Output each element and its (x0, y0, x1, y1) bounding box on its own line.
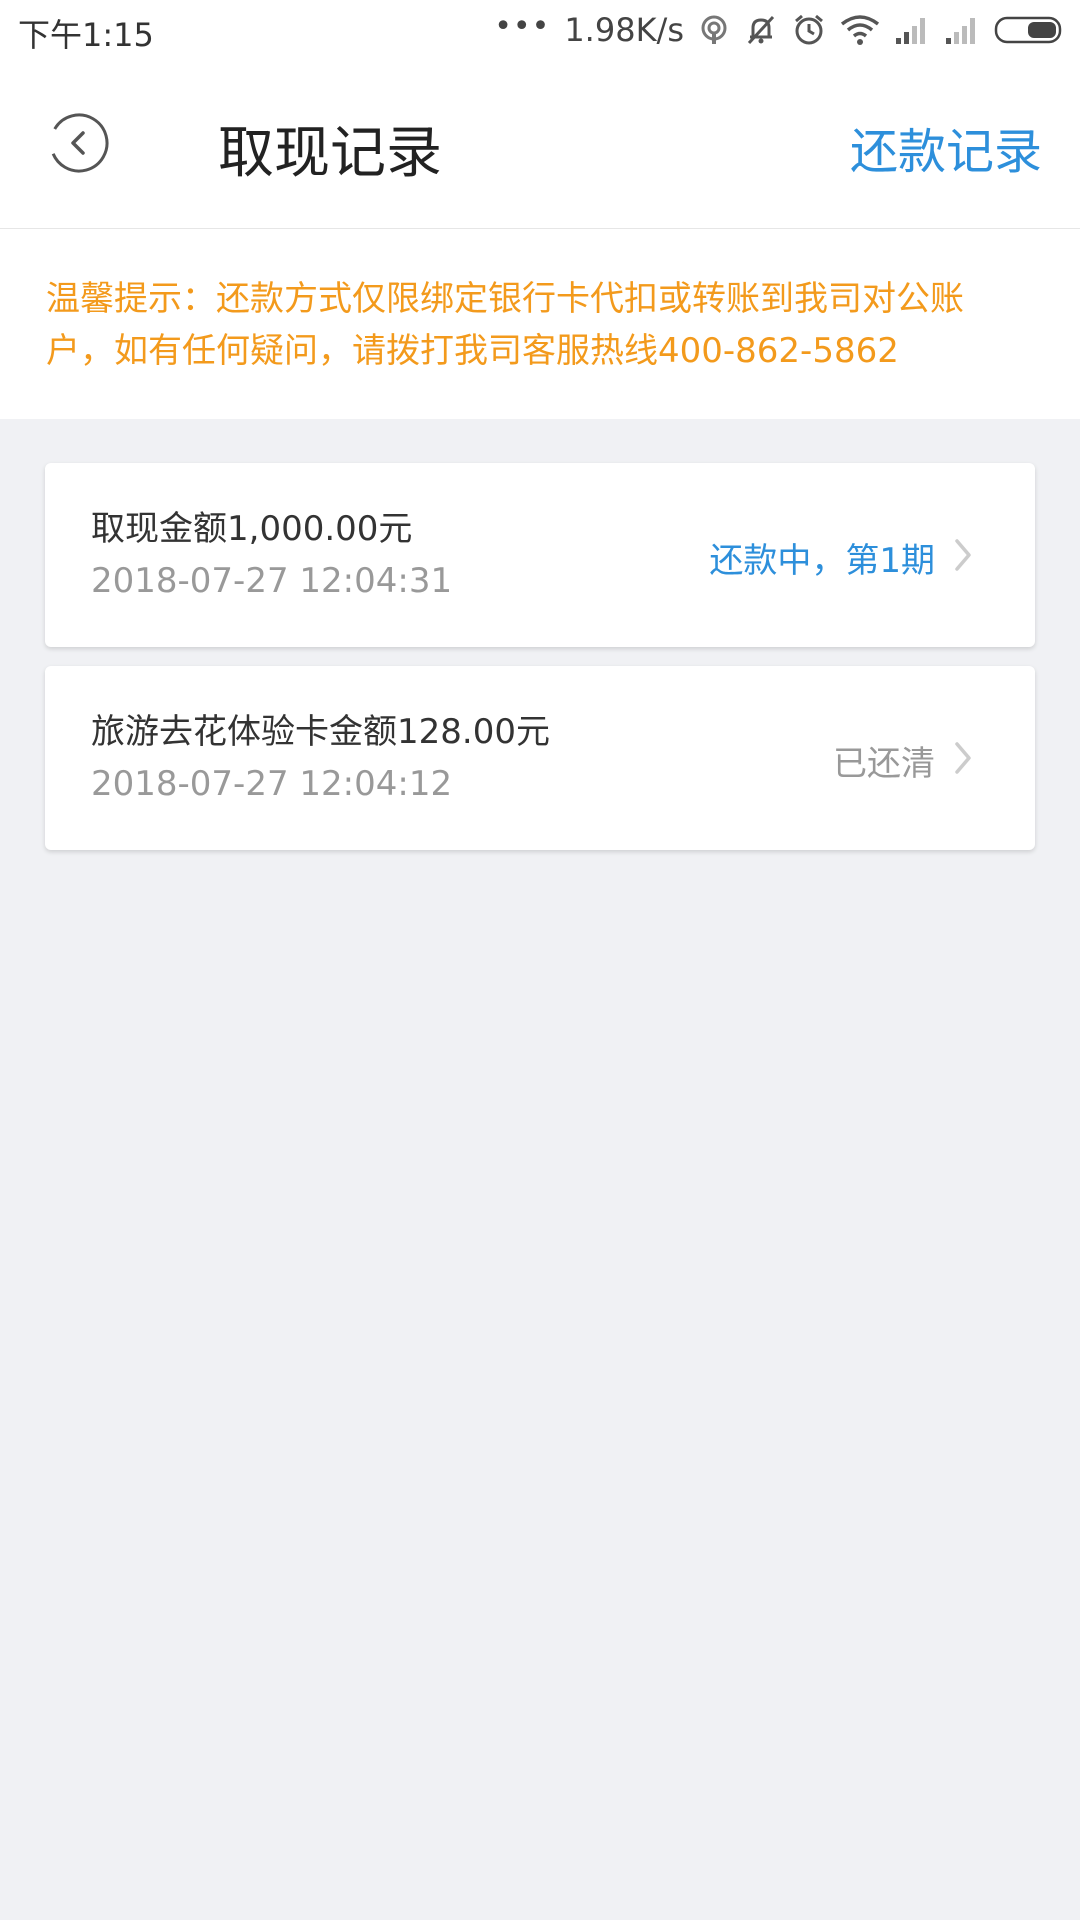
more-dots: ••• (494, 9, 551, 44)
record-status: 已还清 (833, 744, 935, 784)
network-speed: 1.98K/s (564, 11, 684, 49)
back-button[interactable] (48, 112, 110, 174)
chevron-right-icon (955, 539, 971, 571)
record-title: 旅游去花体验卡金额128.00元 (91, 712, 550, 752)
record-time: 2018-07-27 12:04:12 (91, 764, 453, 804)
notice-text: 温馨提示：还款方式仅限绑定银行卡代扣或转账到我司对公账户，如有任何疑问，请拨打我… (46, 279, 964, 371)
mute-icon (747, 15, 775, 45)
record-title: 取现金额1,000.00元 (91, 509, 413, 549)
notice-banner: 温馨提示：还款方式仅限绑定银行卡代扣或转账到我司对公账户，如有任何疑问，请拨打我… (0, 229, 1080, 419)
record-status: 还款中，第1期 (709, 541, 935, 581)
signal-icon (946, 18, 975, 44)
signal-icon (896, 18, 925, 44)
page-title: 取现记录 (218, 121, 442, 186)
repayment-records-link[interactable]: 还款记录 (850, 112, 1042, 182)
status-icons: ••• 1.98K/s (494, 8, 1066, 52)
status-time: 下午1:15 (18, 16, 154, 54)
nav-header: 取现记录 还款记录 (0, 62, 1080, 229)
record-time: 2018-07-27 12:04:31 (91, 561, 453, 601)
chevron-right-icon (955, 742, 971, 774)
hotspot-icon (701, 15, 727, 44)
record-card-withdrawal[interactable]: 取现金额1,000.00元 2018-07-27 12:04:31 还款中，第1… (45, 463, 1035, 647)
wifi-icon (840, 15, 880, 45)
back-circle-icon (49, 113, 109, 173)
status-bar: 下午1:15 ••• 1.98K/s (0, 0, 1080, 62)
battery-icon (994, 16, 1062, 44)
alarm-icon (795, 14, 823, 45)
record-card-experience-card[interactable]: 旅游去花体验卡金额128.00元 2018-07-27 12:04:12 已还清 (45, 666, 1035, 850)
